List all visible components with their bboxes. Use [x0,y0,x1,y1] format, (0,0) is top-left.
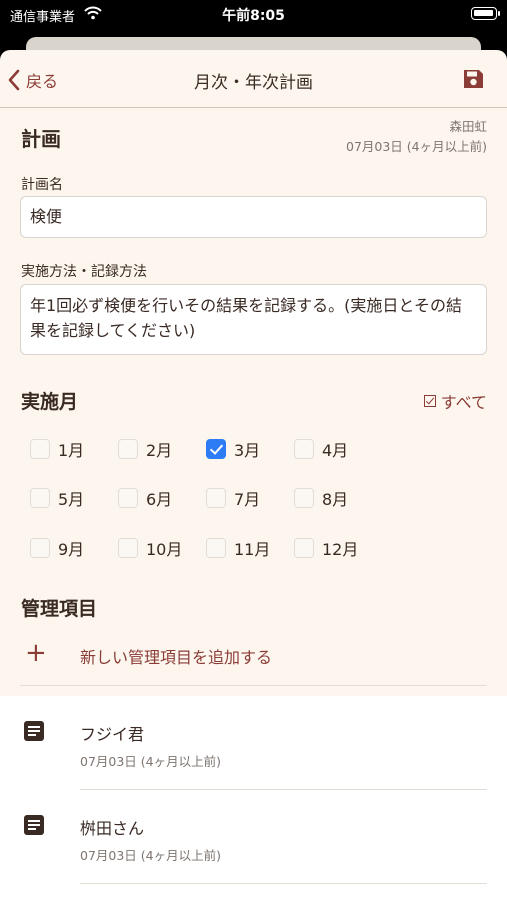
checkbox-checked-icon [206,439,226,459]
checkbox-empty-icon [294,439,314,459]
checkbox-empty-icon [118,439,138,459]
save-icon [464,70,483,88]
month-checkbox[interactable]: 4月 [294,437,348,461]
checkbox-empty-icon [30,538,50,558]
plan-section-title: 計画 [21,127,61,151]
month-checkbox[interactable]: 8月 [294,486,348,510]
month-checkbox[interactable]: 3月 [206,437,260,461]
month-label: 7月 [234,490,261,509]
select-all-button[interactable]: すべて [423,389,487,413]
checkbox-empty-icon [206,488,226,508]
list-item[interactable]: 桝田さん 07月03日 (4ヶ月以上前) [0,790,507,884]
created-date: 07月03日 (4ヶ月以上前) [346,139,487,154]
checkbox-empty-icon [118,488,138,508]
plan-name-label: 計画名 [21,177,63,193]
month-label: 4月 [322,441,349,460]
month-checkbox[interactable]: 11月 [206,536,270,560]
checkbox-empty-icon [30,488,50,508]
month-label: 11月 [234,540,271,559]
month-checkbox[interactable]: 12月 [294,536,358,560]
checkbox-empty-icon [294,488,314,508]
month-label: 5月 [58,490,85,509]
checkbox-empty-icon [294,538,314,558]
method-field[interactable]: 年1回必ず検便を行いその結果を記録する。(実施日とその結果を記録してください) [20,284,487,355]
plan-sheet: 戻る 月次・年次計画 計画 森田虹 07月03日 (4ヶ月以上前) 計画名 検便… [0,50,507,900]
month-checkbox[interactable]: 10月 [118,536,182,560]
checkbox-empty-icon [118,538,138,558]
page-title: 月次・年次計画 [194,73,313,93]
item-name: 桝田さん [80,819,145,838]
month-label: 2月 [146,441,173,460]
month-checkbox[interactable]: 1月 [30,437,84,461]
checkbox-empty-icon [206,538,226,558]
months-section-title: 実施月 [21,391,79,413]
month-label: 1月 [58,441,85,460]
select-all-label: すべて [440,393,487,412]
item-date: 07月03日 (4ヶ月以上前) [80,848,221,863]
document-icon [23,814,45,840]
month-label: 8月 [322,490,349,509]
list-item[interactable]: フジイ君 07月03日 (4ヶ月以上前) [0,696,507,790]
clock: 午前8:05 [222,8,285,24]
month-label: 6月 [146,490,173,509]
checkbox-icon [423,395,436,407]
divider [20,685,487,686]
item-name: フジイ君 [80,725,145,744]
document-icon [23,720,45,746]
checkbox-empty-icon [30,439,50,459]
item-date: 07月03日 (4ヶ月以上前) [80,754,221,769]
month-checkbox[interactable]: 7月 [206,486,260,510]
divider [80,883,487,884]
add-management-item-button[interactable]: + 新しい管理項目を追加する [0,633,507,683]
month-checkbox[interactable]: 6月 [118,486,172,510]
status-bar: 通信事業者 午前8:05 [0,0,507,30]
month-label: 10月 [146,540,183,559]
month-label: 9月 [58,540,85,559]
add-management-item-label: 新しい管理項目を追加する [80,648,273,667]
save-button[interactable] [461,67,485,91]
month-checkbox[interactable]: 2月 [118,437,172,461]
month-checkbox[interactable]: 9月 [30,536,84,560]
month-label: 12月 [322,540,359,559]
month-checkbox[interactable]: 5月 [30,486,84,510]
method-label: 実施方法・記録方法 [21,264,147,280]
month-label: 3月 [234,441,261,460]
author-name: 森田虹 [449,119,487,134]
battery-icon [471,7,500,20]
navigation-bar: 戻る 月次・年次計画 [0,50,507,108]
management-item-list: フジイ君 07月03日 (4ヶ月以上前) 桝田さん 07月03日 (4ヶ月以上前… [0,696,507,900]
plus-icon: + [25,638,47,668]
management-section-title: 管理項目 [21,598,98,620]
plan-name-field[interactable]: 検便 [20,196,487,238]
